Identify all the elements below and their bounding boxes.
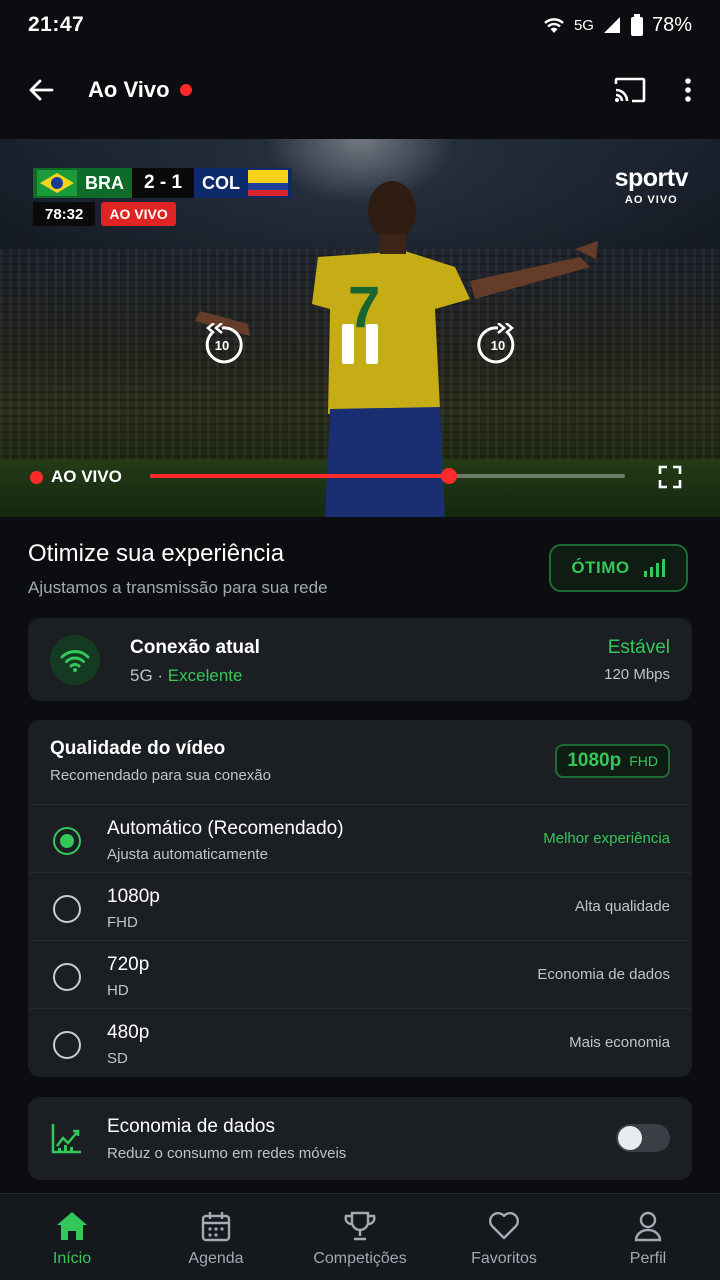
- quality-option-auto[interactable]: Automático (Recomendado) Ajusta automati…: [28, 804, 692, 872]
- current-quality-badge: 1080p FHD: [555, 744, 670, 778]
- quality-option-480p[interactable]: 480p SD Mais economia: [28, 1008, 692, 1076]
- optimize-subtitle: Ajustamos a transmissão para sua rede: [28, 578, 328, 597]
- battery-icon: [630, 14, 643, 36]
- app-bar: Ao Vivo: [0, 60, 720, 120]
- connection-status: Estável: [607, 637, 670, 658]
- channel-logo: sportv AO VIVO: [614, 164, 689, 206]
- home-team-name: BRA: [85, 172, 124, 193]
- pause-button[interactable]: [340, 322, 380, 366]
- more-options-icon[interactable]: [684, 77, 692, 103]
- radio-button[interactable]: [53, 963, 81, 991]
- status-bar: 21:47 5G 78%: [0, 0, 720, 50]
- progress-track[interactable]: [150, 468, 625, 484]
- nav-item-perfil[interactable]: Perfil: [576, 1194, 720, 1280]
- page-title: Ao Vivo: [88, 77, 170, 102]
- status-time: 21:47: [28, 13, 85, 36]
- brazil-flag-icon: [37, 170, 77, 196]
- current-quality: 1080p: [567, 750, 622, 771]
- data-usage-chart-icon: [51, 1124, 81, 1154]
- status-icons: 5G 78%: [542, 14, 692, 37]
- connection-icon-circle: [50, 635, 100, 685]
- channel-name: sportv: [614, 164, 689, 192]
- forward-10-button[interactable]: 10: [476, 323, 520, 367]
- data-saver-subtitle: Reduz o consumo em redes móveis: [107, 1145, 347, 1162]
- channel-live-label: AO VIVO: [624, 194, 678, 206]
- nav-item-inicio[interactable]: Início: [0, 1194, 144, 1280]
- toggle-knob: [618, 1126, 642, 1150]
- radio-button[interactable]: [53, 895, 81, 923]
- live-dot: [30, 470, 43, 484]
- radio-button[interactable]: [53, 827, 81, 855]
- nav-item-agenda[interactable]: Agenda: [144, 1194, 288, 1280]
- video-quality-card: Qualidade do vídeo Recomendado para sua …: [28, 720, 692, 1077]
- forward-seconds: 10: [490, 338, 506, 353]
- profile-icon: [634, 1211, 662, 1242]
- bottom-navigation: Início Agenda Competições Favoritos Perf…: [0, 1193, 720, 1280]
- data-saver-toggle[interactable]: [616, 1124, 670, 1152]
- nav-item-favoritos[interactable]: Favoritos: [432, 1194, 576, 1280]
- network-status-badge: ÓTIMO: [549, 544, 688, 592]
- match-score: 2 - 1: [132, 168, 195, 198]
- signal-icon: [603, 17, 620, 33]
- progress-fill: [150, 474, 450, 478]
- video-quality-title: Qualidade do vídeo: [50, 738, 226, 759]
- quality-option-1080p[interactable]: 1080p FHD Alta qualidade: [28, 872, 692, 940]
- calendar-icon: [201, 1212, 231, 1242]
- connection-title: Conexão atual: [130, 637, 260, 658]
- live-label-container: AO VIVO: [30, 467, 122, 487]
- connection-speed: 120 Mbps: [604, 666, 670, 683]
- cast-icon[interactable]: [614, 77, 646, 103]
- battery-level: 78%: [651, 13, 692, 36]
- heart-icon: [489, 1212, 519, 1240]
- radio-button[interactable]: [53, 1031, 81, 1059]
- network-type: 5G: [573, 16, 594, 34]
- nav-item-competicoes[interactable]: Competições: [288, 1194, 432, 1280]
- connection-details: 5G · Excelente: [130, 666, 243, 685]
- home-icon: [57, 1212, 87, 1240]
- wifi-icon: [544, 18, 564, 33]
- optimize-title: Otimize sua experiência: [28, 540, 285, 567]
- wifi-icon: [60, 650, 90, 672]
- back-arrow-icon[interactable]: [28, 79, 54, 101]
- match-clock: 78:32: [33, 202, 96, 226]
- connection-card: Conexão atual 5G · Excelente Estável 120…: [28, 618, 692, 701]
- rewind-seconds: 10: [214, 338, 230, 353]
- data-saver-card: Economia de dados Reduz o consumo em red…: [28, 1097, 692, 1180]
- data-saver-title: Economia de dados: [107, 1116, 275, 1137]
- fullscreen-icon[interactable]: [658, 465, 682, 489]
- live-indicator-dot: [179, 84, 192, 96]
- current-quality-tag: FHD: [629, 753, 658, 769]
- live-label: AO VIVO: [51, 467, 122, 486]
- match-status: 78:32 AO VIVO: [33, 202, 176, 226]
- away-team: COL: [194, 168, 293, 198]
- rewind-10-button[interactable]: 10: [200, 323, 244, 367]
- trophy-icon: [344, 1211, 376, 1241]
- network-status-label: ÓTIMO: [571, 558, 630, 577]
- signal-bars-icon: [643, 559, 665, 577]
- video-quality-subtitle: Recomendado para sua conexão: [50, 767, 271, 784]
- quality-option-720p[interactable]: 720p HD Economia de dados: [28, 940, 692, 1008]
- away-team-name: COL: [202, 172, 241, 193]
- colombia-flag-icon: [248, 170, 289, 196]
- home-team: BRA: [33, 168, 132, 198]
- live-badge: AO VIVO: [101, 202, 176, 226]
- scoreboard: BRA 2 - 1 COL: [33, 168, 293, 198]
- pause-icon: [342, 324, 378, 364]
